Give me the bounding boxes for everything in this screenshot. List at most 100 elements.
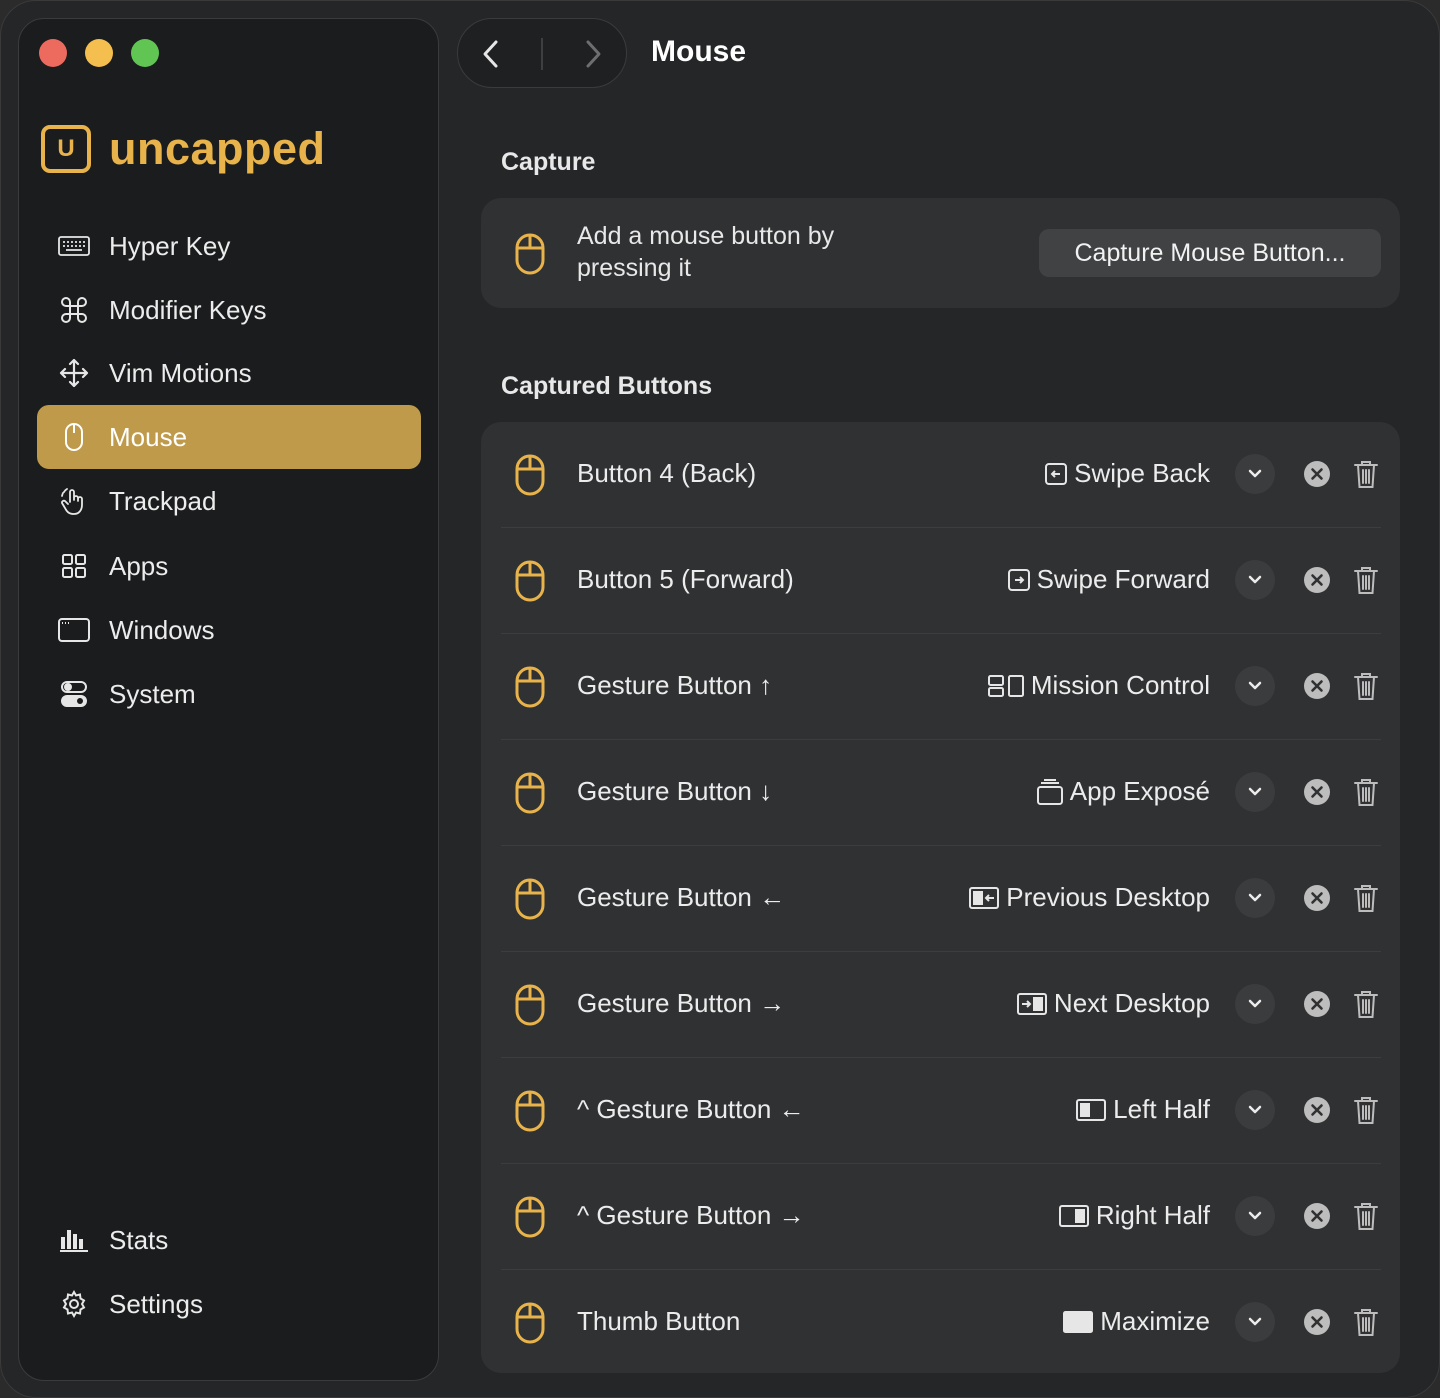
mouse-icon bbox=[57, 420, 91, 454]
delete-button[interactable] bbox=[1353, 671, 1379, 701]
clear-action-button[interactable] bbox=[1303, 1308, 1331, 1336]
assigned-action[interactable]: Next Desktop bbox=[1016, 988, 1210, 1019]
app-logo: U uncapped bbox=[41, 123, 326, 175]
sidebar-item-label: Hyper Key bbox=[109, 230, 231, 261]
move-arrows-icon bbox=[57, 356, 91, 390]
action-dropdown-button[interactable] bbox=[1235, 560, 1275, 600]
clear-action-button[interactable] bbox=[1303, 778, 1331, 806]
action-label: Swipe Back bbox=[1074, 458, 1210, 488]
left-half-icon bbox=[1075, 1098, 1107, 1122]
sidebar-item-trackpad[interactable]: Trackpad bbox=[37, 469, 421, 533]
chevron-down-icon bbox=[1248, 1317, 1262, 1326]
mouse-icon bbox=[515, 233, 545, 275]
action-dropdown-button[interactable] bbox=[1235, 1196, 1275, 1236]
sidebar-item-settings[interactable]: Settings bbox=[37, 1272, 421, 1336]
previous-desktop-icon bbox=[968, 886, 1000, 910]
delete-button[interactable] bbox=[1353, 1201, 1379, 1231]
mouse-icon bbox=[515, 984, 545, 1026]
minimize-window-button[interactable] bbox=[85, 39, 113, 67]
action-label: App Exposé bbox=[1069, 776, 1210, 806]
sidebar-item-modifier-keys[interactable]: Modifier Keys bbox=[37, 278, 421, 342]
button-name: Gesture Button → bbox=[577, 988, 786, 1018]
delete-button[interactable] bbox=[1353, 1095, 1379, 1125]
assigned-action[interactable]: Right Half bbox=[1058, 1200, 1210, 1231]
logo-mark: U bbox=[41, 125, 91, 173]
captured-button-row: Button 4 (Back) Swipe Back bbox=[481, 422, 1400, 528]
delete-button[interactable] bbox=[1353, 989, 1379, 1019]
swipe-forward-icon bbox=[1007, 568, 1031, 592]
clear-action-button[interactable] bbox=[1303, 460, 1331, 488]
action-label: Previous Desktop bbox=[1006, 882, 1210, 912]
next-desktop-icon bbox=[1016, 992, 1048, 1016]
forward-button[interactable] bbox=[576, 37, 610, 71]
chevron-down-icon bbox=[1248, 681, 1262, 690]
action-label: Mission Control bbox=[1030, 670, 1210, 700]
assigned-action[interactable]: Previous Desktop bbox=[968, 882, 1210, 913]
delete-button[interactable] bbox=[1353, 1307, 1379, 1337]
right-half-icon bbox=[1058, 1204, 1090, 1228]
capture-mouse-button[interactable]: Capture Mouse Button... bbox=[1039, 229, 1381, 277]
action-dropdown-button[interactable] bbox=[1235, 1090, 1275, 1130]
sidebar-item-label: Apps bbox=[109, 550, 169, 581]
chevron-down-icon bbox=[1248, 893, 1262, 902]
action-dropdown-button[interactable] bbox=[1235, 666, 1275, 706]
delete-button[interactable] bbox=[1353, 565, 1379, 595]
clear-action-button[interactable] bbox=[1303, 1096, 1331, 1124]
assigned-action[interactable]: Swipe Forward bbox=[1007, 564, 1210, 595]
button-name: Gesture Button ↓ bbox=[577, 776, 773, 806]
gear-icon bbox=[57, 1287, 91, 1321]
assigned-action[interactable]: Maximize bbox=[1062, 1306, 1210, 1337]
mission-control-icon bbox=[987, 674, 1025, 698]
maximize-icon bbox=[1062, 1310, 1094, 1334]
assigned-action[interactable]: Swipe Back bbox=[1044, 458, 1210, 489]
mouse-icon bbox=[515, 666, 545, 708]
sidebar-item-mouse[interactable]: Mouse bbox=[37, 405, 421, 469]
action-dropdown-button[interactable] bbox=[1235, 1302, 1275, 1342]
action-label: Maximize bbox=[1100, 1306, 1210, 1336]
sidebar-item-system[interactable]: System bbox=[37, 662, 421, 726]
sidebar-item-hyper-key[interactable]: Hyper Key bbox=[37, 214, 421, 278]
capture-description: Add a mouse button by pressing it bbox=[577, 222, 835, 282]
button-name: Button 4 (Back) bbox=[577, 458, 757, 488]
mouse-icon bbox=[515, 772, 545, 814]
sidebar-item-label: System bbox=[109, 678, 196, 709]
clear-action-button[interactable] bbox=[1303, 672, 1331, 700]
sidebar-item-label: Windows bbox=[109, 614, 215, 645]
navigation-controls bbox=[457, 18, 627, 88]
clear-action-button[interactable] bbox=[1303, 566, 1331, 594]
delete-button[interactable] bbox=[1353, 459, 1379, 489]
zoom-window-button[interactable] bbox=[131, 39, 159, 67]
assigned-action[interactable]: Left Half bbox=[1075, 1094, 1210, 1125]
mouse-icon bbox=[515, 454, 545, 496]
button-name: Gesture Button ↑ bbox=[577, 670, 773, 700]
action-dropdown-button[interactable] bbox=[1235, 878, 1275, 918]
close-window-button[interactable] bbox=[39, 39, 67, 67]
clear-action-button[interactable] bbox=[1303, 1202, 1331, 1230]
clear-action-button[interactable] bbox=[1303, 990, 1331, 1018]
captured-section-title: Captured Buttons bbox=[501, 372, 713, 400]
hand-pointer-icon bbox=[57, 484, 91, 518]
back-button[interactable] bbox=[474, 37, 508, 71]
command-icon bbox=[57, 293, 91, 327]
captured-button-row: Button 5 (Forward) Swipe Forward bbox=[481, 528, 1400, 634]
sidebar-item-label: Mouse bbox=[109, 421, 188, 452]
assigned-action[interactable]: Mission Control bbox=[987, 670, 1210, 701]
sidebar-item-windows[interactable]: Windows bbox=[37, 598, 421, 662]
assigned-action[interactable]: App Exposé bbox=[1036, 776, 1210, 807]
sidebar-item-apps[interactable]: Apps bbox=[37, 534, 421, 598]
sidebar-item-label: Settings bbox=[109, 1288, 203, 1319]
action-dropdown-button[interactable] bbox=[1235, 772, 1275, 812]
action-dropdown-button[interactable] bbox=[1235, 454, 1275, 494]
button-name: Thumb Button bbox=[577, 1306, 741, 1336]
button-name: Gesture Button ← bbox=[577, 882, 786, 912]
captured-button-row: Gesture Button ← Previous Desktop bbox=[481, 846, 1400, 952]
sidebar-item-stats[interactable]: Stats bbox=[37, 1208, 421, 1272]
clear-action-button[interactable] bbox=[1303, 884, 1331, 912]
action-dropdown-button[interactable] bbox=[1235, 984, 1275, 1024]
capture-section-title: Capture bbox=[501, 148, 596, 176]
app-name: uncapped bbox=[109, 123, 326, 174]
sidebar-item-vim-motions[interactable]: Vim Motions bbox=[37, 341, 421, 405]
delete-button[interactable] bbox=[1353, 883, 1379, 913]
delete-button[interactable] bbox=[1353, 777, 1379, 807]
window-icon bbox=[57, 613, 91, 647]
